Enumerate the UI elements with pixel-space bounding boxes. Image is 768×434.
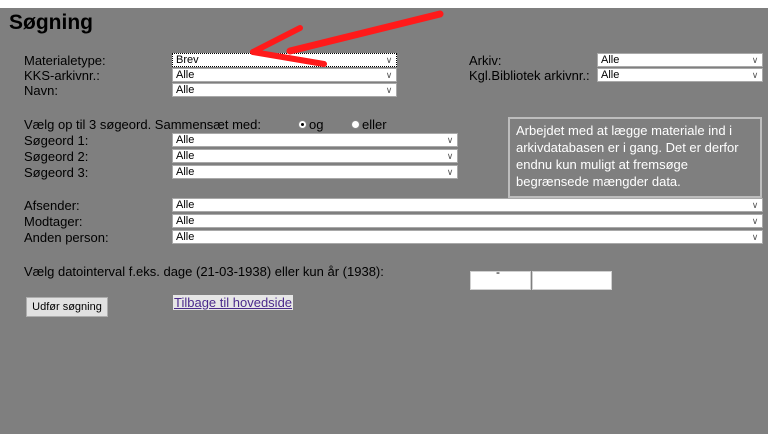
arrow-shaft <box>286 10 444 55</box>
red-arrow-annotation <box>250 10 444 67</box>
